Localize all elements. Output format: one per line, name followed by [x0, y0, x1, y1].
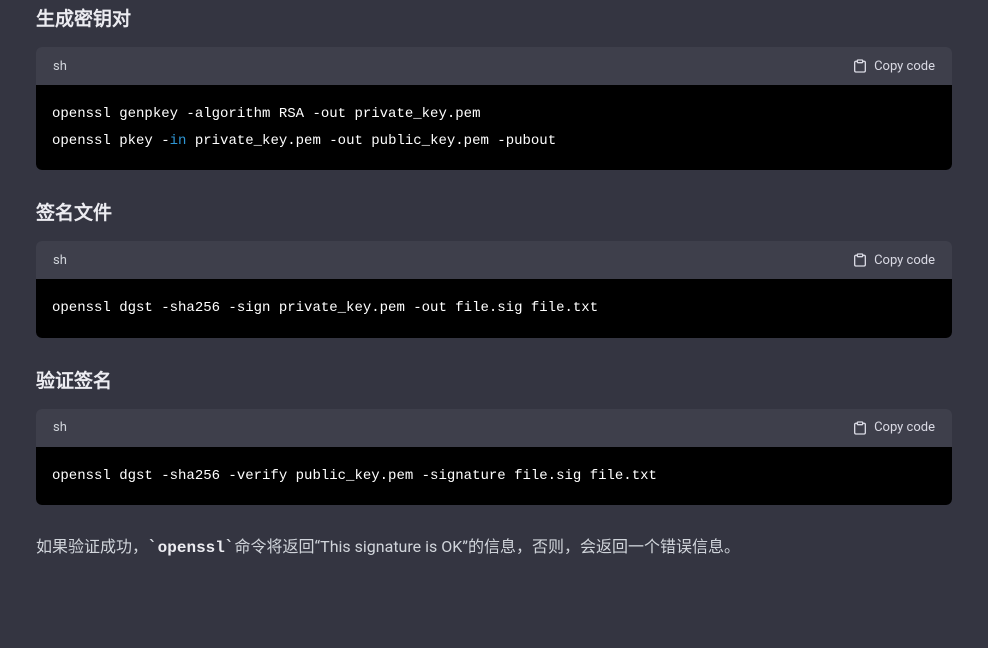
- section-heading-verify-signature: 验证签名: [36, 366, 952, 393]
- clipboard-icon: [852, 252, 868, 268]
- copy-code-button[interactable]: Copy code: [852, 420, 935, 436]
- copy-code-button[interactable]: Copy code: [852, 58, 935, 74]
- footer-post-text: 命令将返回“This signature is OK”的信息，否则，会返回一个错…: [235, 537, 740, 556]
- code-header: sh Copy code: [36, 47, 952, 85]
- code-content: openssl dgst -sha256 -sign private_key.p…: [36, 279, 952, 338]
- copy-code-button[interactable]: Copy code: [852, 252, 935, 268]
- section-heading-sign-file: 签名文件: [36, 198, 952, 225]
- code-block-sign-file: sh Copy code openssl dgst -sha256 -sign …: [36, 241, 952, 338]
- code-language-label: sh: [53, 253, 67, 268]
- footer-paragraph: 如果验证成功，`openssl`命令将返回“This signature is …: [36, 533, 952, 562]
- copy-code-label: Copy code: [874, 420, 935, 435]
- backtick-close: `: [225, 537, 235, 556]
- copy-code-label: Copy code: [874, 253, 935, 268]
- inline-code-openssl: openssl: [158, 539, 225, 557]
- code-content: openssl genpkey -algorithm RSA -out priv…: [36, 85, 952, 170]
- code-language-label: sh: [53, 59, 67, 74]
- footer-pre-text: 如果验证成功，: [36, 537, 148, 556]
- code-block-verify-signature: sh Copy code openssl dgst -sha256 -verif…: [36, 409, 952, 506]
- code-block-generate-keys: sh Copy code openssl genpkey -algorithm …: [36, 47, 952, 170]
- section-heading-generate-keys: 生成密钥对: [36, 4, 952, 31]
- code-header: sh Copy code: [36, 241, 952, 279]
- code-language-label: sh: [53, 420, 67, 435]
- copy-code-label: Copy code: [874, 59, 935, 74]
- backtick-open: `: [148, 537, 158, 556]
- clipboard-icon: [852, 420, 868, 436]
- code-content: openssl dgst -sha256 -verify public_key.…: [36, 447, 952, 506]
- clipboard-icon: [852, 58, 868, 74]
- code-header: sh Copy code: [36, 409, 952, 447]
